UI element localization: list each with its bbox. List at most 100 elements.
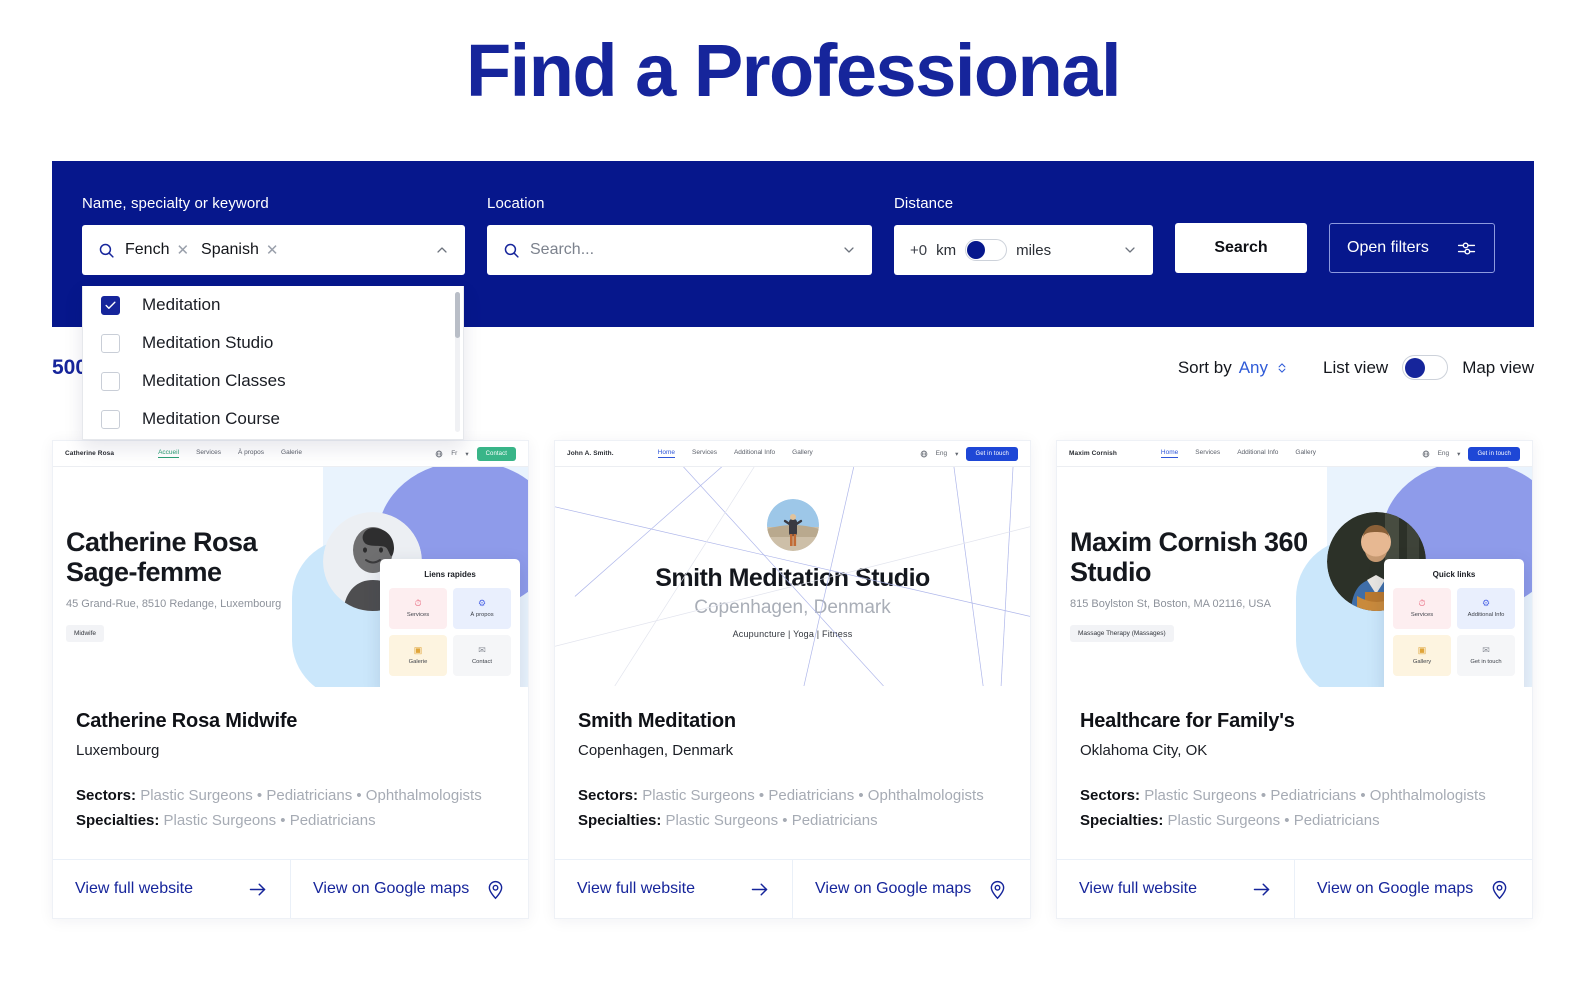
sectors-label: Sectors: <box>578 787 639 804</box>
distance-field-group: Distance +0 km miles <box>894 195 1153 275</box>
view-google-maps-button[interactable]: View on Google maps <box>793 860 1030 918</box>
view-google-maps-button[interactable]: View on Google maps <box>1295 860 1532 918</box>
globe-icon <box>1422 450 1430 458</box>
sort-by-label: Sort by <box>1177 357 1232 377</box>
view-website-button[interactable]: View full website <box>1057 860 1295 918</box>
checkbox-icon[interactable] <box>101 409 120 429</box>
preview-nav-links: Home Services Additional Info Gallery <box>1160 449 1316 458</box>
view-website-button[interactable]: View full website <box>53 860 291 918</box>
info-icon: ⚙ <box>477 598 487 608</box>
keyword-dropdown[interactable]: Meditation Meditation Studio Meditation … <box>82 286 464 440</box>
preview-tile: ▣ Galerie <box>389 635 447 676</box>
card-body: Smith Meditation Copenhagen, Denmark Sec… <box>555 687 1030 837</box>
chevron-down-icon[interactable] <box>1122 242 1138 258</box>
dropdown-option-label: Meditation Studio <box>142 333 274 352</box>
results-controls: Sort by Any List view Map view <box>1178 355 1534 380</box>
checkbox-icon[interactable] <box>101 333 120 353</box>
preview-nav-links: Accueil Services À propos Galerie <box>158 449 302 458</box>
specialties-value: Plastic Surgeons • Pediatricians <box>665 812 878 829</box>
location-input[interactable]: Search... <box>487 225 872 275</box>
remove-chip-icon[interactable]: ✕ <box>176 243 189 258</box>
distance-input[interactable]: +0 km miles <box>894 225 1153 275</box>
distance-value: +0 <box>910 241 928 259</box>
view-maps-label: View on Google maps <box>815 880 972 897</box>
list-view-label[interactable]: List view <box>1323 358 1388 378</box>
chevron-down-icon: ▾ <box>1457 450 1461 458</box>
keyword-chip-label: Spanish <box>201 241 259 258</box>
checkbox-checked-icon[interactable] <box>101 295 120 315</box>
card-sectors: Sectors: Plastic Surgeons • Pediatrician… <box>578 787 1007 804</box>
preview-lang: Fr <box>451 450 458 457</box>
preview-cta-button: Get in touch <box>966 446 1018 461</box>
dropdown-option-label: Meditation Course <box>142 409 280 428</box>
website-preview[interactable]: Catherine Rosa Accueil Services À propos… <box>53 441 528 687</box>
search-button[interactable]: Search <box>1175 223 1307 273</box>
view-maps-label: View on Google maps <box>1317 880 1474 897</box>
sort-by-control[interactable]: Sort by Any <box>1178 358 1289 378</box>
preview-tile: ⏱ Services <box>389 588 447 629</box>
preview-nav-link: Services <box>692 449 717 456</box>
location-field-group: Location Search... <box>487 195 872 275</box>
website-preview[interactable]: John A. Smith. Home Services Additional … <box>555 441 1030 687</box>
info-icon: ⚙ <box>1481 598 1491 608</box>
distance-unit-miles[interactable]: miles <box>1016 242 1051 259</box>
clock-icon: ⏱ <box>414 598 422 608</box>
view-mode-toggle[interactable] <box>1402 355 1449 380</box>
preview-nav-link: Home <box>1160 449 1179 458</box>
chevron-down-icon: ▾ <box>955 450 959 458</box>
card-title: Catherine Rosa Midwife <box>76 710 298 732</box>
preview-tile-label: Contact <box>472 659 492 665</box>
preview-tile: ▣ Gallery <box>1393 635 1451 676</box>
preview-lang: Eng <box>1437 450 1450 457</box>
image-icon: ▣ <box>1417 645 1427 655</box>
preview-hero-text: Catherine Rosa Sage-femme 45 Grand-Rue, … <box>66 527 281 643</box>
view-website-button[interactable]: View full website <box>555 860 793 918</box>
arrow-right-icon <box>1251 879 1272 900</box>
dropdown-option[interactable]: Meditation <box>83 286 463 324</box>
result-card[interactable]: John A. Smith. Home Services Additional … <box>554 440 1031 919</box>
preview-quick-links: Liens rapides ⏱ Services ⚙ À propos ▣ Galer… <box>380 559 520 687</box>
chevron-up-icon[interactable] <box>434 242 450 258</box>
preview-address: 815 Boylston St, Boston, MA 02116, USA <box>1070 598 1271 611</box>
preview-hero-text: Maxim Cornish 360 Studio 815 Boylston St… <box>1070 527 1308 643</box>
preview-tile: ⚙ Additional Info <box>1457 588 1515 629</box>
specialties-label: Specialties: <box>578 812 662 829</box>
specialties-value: Plastic Surgeons • Pediatricians <box>163 812 376 829</box>
remove-chip-icon[interactable]: ✕ <box>266 243 279 258</box>
dropdown-scrollbar[interactable] <box>455 292 460 338</box>
sort-by-value: Any <box>1238 357 1268 377</box>
result-card[interactable]: Maxim Cornish Home Services Additional I… <box>1056 440 1533 919</box>
keyword-chip[interactable]: Spanish ✕ <box>201 241 278 259</box>
view-google-maps-button[interactable]: View on Google maps <box>291 860 528 918</box>
result-card[interactable]: Catherine Rosa Accueil Services À propos… <box>52 440 529 919</box>
preview-brand: John A. Smith. <box>567 450 614 457</box>
chevron-down-icon[interactable] <box>841 242 857 258</box>
keyword-input[interactable]: Fench ✕ Spanish ✕ <box>82 225 465 275</box>
preview-nav-link: Accueil <box>158 449 180 458</box>
preview-nav-link: Services <box>1195 449 1221 456</box>
card-actions: View full website View on Google maps <box>1057 859 1532 918</box>
chat-icon: ✉ <box>1482 645 1490 655</box>
preview-quick-title: Liens rapides <box>424 570 476 579</box>
map-view-label[interactable]: Map view <box>1462 358 1534 378</box>
website-preview[interactable]: Maxim Cornish Home Services Additional I… <box>1057 441 1532 687</box>
keyword-chip[interactable]: Fench ✕ <box>125 241 189 259</box>
open-filters-button[interactable]: Open filters <box>1329 223 1495 273</box>
view-website-label: View full website <box>577 880 695 897</box>
preview-nav-link: Services <box>196 449 221 456</box>
preview-quick-title: Quick links <box>1432 570 1476 579</box>
preview-tile-label: Get in touch <box>1470 659 1502 665</box>
card-specialties: Specialties: Plastic Surgeons • Pediatri… <box>76 812 505 829</box>
dropdown-option[interactable]: Meditation Studio <box>83 324 463 362</box>
card-sectors: Sectors: Plastic Surgeons • Pediatrician… <box>76 787 505 804</box>
specialties-label: Specialties: <box>76 812 160 829</box>
chat-icon: ✉ <box>478 645 486 655</box>
distance-unit-km[interactable]: km <box>936 242 956 259</box>
dropdown-option[interactable]: Meditation Course <box>83 400 463 438</box>
card-location: Copenhagen, Denmark <box>578 742 734 759</box>
dropdown-option[interactable]: Meditation Classes <box>83 362 463 400</box>
preview-tile: ✉ Contact <box>453 635 511 676</box>
card-title: Healthcare for Family's <box>1080 710 1295 732</box>
checkbox-icon[interactable] <box>101 371 120 391</box>
distance-unit-toggle[interactable] <box>965 239 1008 261</box>
